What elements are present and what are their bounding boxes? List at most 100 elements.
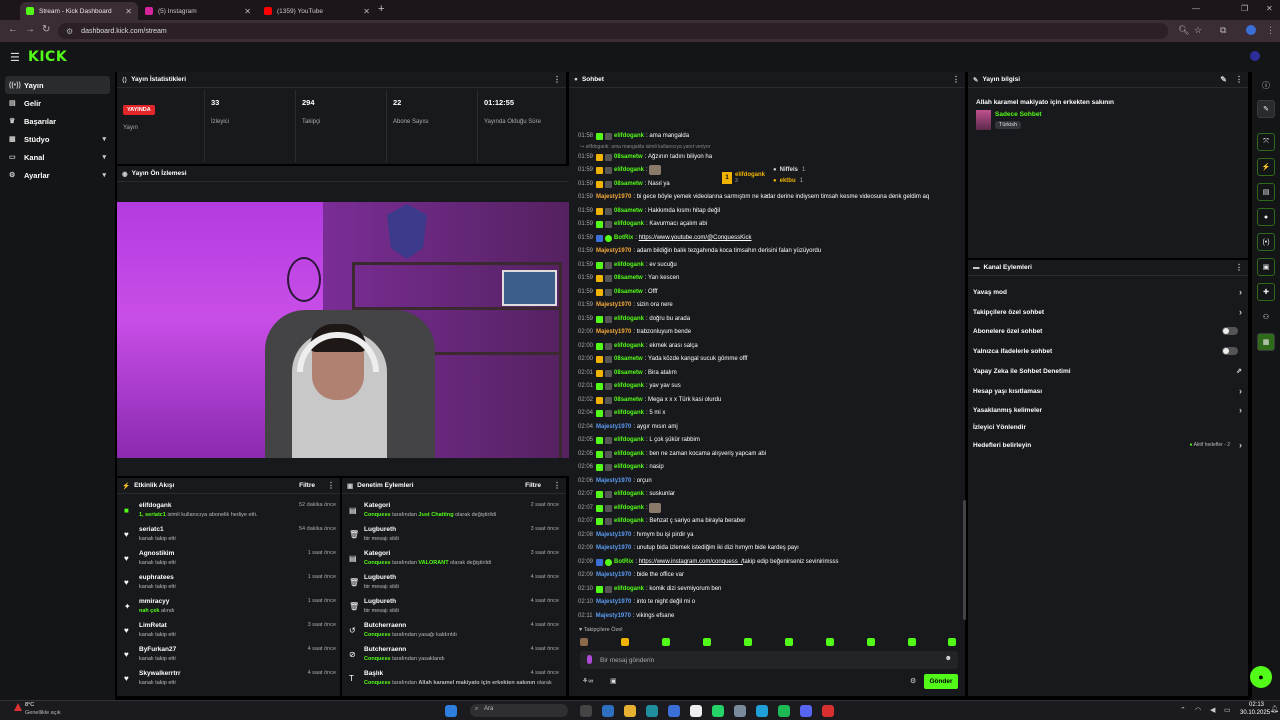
sidebar-item-studyo[interactable]: ▦ Stüdyo ▾ — [5, 130, 110, 148]
send-button[interactable]: Gönder — [924, 674, 958, 689]
emoji-picker-icon[interactable]: ☻ — [945, 655, 952, 662]
message-user[interactable]: elifdogank — [614, 451, 644, 457]
kick-logo[interactable]: KICK — [28, 49, 67, 65]
hamburger-menu-icon[interactable]: ☰ — [10, 51, 20, 64]
message-link[interactable]: https://www.instagram.com/conquess_/ — [639, 559, 743, 565]
zoom-icon[interactable]: 🔍︎ — [1178, 25, 1189, 36]
filter-button[interactable]: Filtre — [525, 482, 541, 489]
filter-button[interactable]: Filtre — [299, 482, 315, 489]
stream-video[interactable] — [117, 202, 573, 458]
emote-icon[interactable] — [621, 638, 629, 646]
activity-user[interactable]: elifdogank — [139, 502, 172, 509]
message-user[interactable]: Majesty1970 — [596, 248, 631, 254]
battery-icon[interactable]: ▭ — [1224, 706, 1231, 714]
chat-scrollbar[interactable] — [963, 500, 966, 620]
site-info-icon[interactable]: ⚙ — [66, 27, 73, 36]
emote-icon[interactable] — [867, 638, 875, 646]
spotify-icon[interactable] — [778, 705, 790, 717]
forward-icon[interactable]: → — [25, 24, 35, 35]
action-subscribers-only[interactable]: Abonelere özel sohbet — [970, 321, 1248, 341]
message-user[interactable]: elifdogank — [614, 505, 644, 511]
edit-layout-icon[interactable]: ✎ — [1257, 100, 1275, 118]
wifi-icon[interactable]: ◠ — [1195, 706, 1201, 714]
toggle-switch[interactable] — [1222, 327, 1238, 335]
message-user[interactable]: BotRix — [614, 559, 633, 565]
sidebar-item-gelir[interactable]: ▤ Gelir — [5, 94, 110, 112]
message-user[interactable]: elifdogank — [614, 586, 644, 592]
message-user[interactable]: Majesty1970 — [596, 599, 631, 605]
chat-settings-icon[interactable]: ⚙ — [910, 677, 916, 685]
store-icon[interactable]: ▣ — [610, 677, 617, 685]
profile-avatar[interactable] — [1246, 25, 1256, 35]
more-options-icon[interactable]: ⋮ — [1235, 263, 1243, 272]
message-user[interactable]: Majesty1970 — [596, 329, 631, 335]
windows-start-icon[interactable] — [445, 705, 457, 717]
emote-icon[interactable] — [948, 638, 956, 646]
more-options-icon[interactable]: ⋮ — [1235, 75, 1243, 84]
message-user[interactable]: 08sametw — [614, 275, 643, 281]
moderation-user[interactable]: Butcherraenn — [364, 646, 406, 653]
message-user[interactable]: 08sametw — [614, 370, 643, 376]
notifications-icon[interactable]: 🔔︎ — [1270, 705, 1279, 713]
moderation-user[interactable]: Lugbureth — [364, 526, 396, 533]
message-user[interactable]: elifdogank — [614, 167, 644, 173]
message-user[interactable]: elifdogank — [614, 343, 644, 349]
message-user[interactable]: 08sametw — [614, 289, 643, 295]
message-user[interactable]: elifdogank — [614, 262, 644, 268]
back-icon[interactable]: ← — [8, 24, 18, 35]
emote-icon[interactable] — [703, 638, 711, 646]
browser-tab-youtube[interactable]: (1359) YouTube ✕ — [258, 2, 376, 20]
action-account-age[interactable]: Hesap yaşı kısıtlaması › — [970, 381, 1248, 401]
close-tab-icon[interactable]: ✕ — [125, 7, 132, 16]
activity-user[interactable]: euphratees — [139, 574, 174, 581]
help-chat-icon[interactable]: ● — [1250, 666, 1272, 688]
action-host-raid[interactable]: İzleyici Yönlendir — [970, 417, 1248, 437]
copilot-icon[interactable] — [602, 705, 614, 717]
clock-date[interactable]: 30.10.2025 — [1240, 710, 1270, 716]
message-user[interactable]: Majesty1970 — [596, 613, 631, 619]
sidebar-item-basarilar[interactable]: ♛ Başarılar — [5, 112, 110, 130]
people-icon[interactable]: ⚇ — [1257, 308, 1275, 326]
message-user[interactable]: 08sametw — [614, 208, 643, 214]
stream-category[interactable]: Sadece Sohbet — [995, 111, 1042, 118]
chat-bubble-icon[interactable]: ● — [1257, 208, 1275, 226]
clock-time[interactable]: 02:13 — [1249, 702, 1264, 708]
more-options-icon[interactable]: ⋮ — [327, 481, 335, 490]
message-user[interactable]: Majesty1970 — [596, 424, 631, 430]
moderation-user[interactable]: Butcherraenn — [364, 622, 406, 629]
settings-app-icon[interactable] — [734, 705, 746, 717]
sidebar-item-yayin[interactable]: ((•)) Yayın — [5, 76, 110, 94]
message-user[interactable]: BotRix — [614, 235, 633, 241]
message-user[interactable]: 08sametw — [614, 154, 643, 160]
pencil-icon[interactable]: ✎ — [1220, 75, 1227, 84]
message-user[interactable]: Majesty1970 — [596, 572, 631, 578]
message-user[interactable]: Majesty1970 — [596, 545, 631, 551]
broadcast-icon[interactable]: (•) — [1257, 233, 1275, 251]
bookmark-star-icon[interactable]: ☆ — [1194, 25, 1202, 36]
lightning-icon[interactable]: ⚡ — [1257, 158, 1275, 176]
action-followers-only[interactable]: Takipçilere özel sohbet › — [970, 302, 1248, 322]
extensions-icon[interactable]: ⧉ — [1220, 25, 1226, 36]
toggle-switch[interactable] — [1222, 347, 1238, 355]
message-user[interactable]: elifdogank — [614, 316, 644, 322]
wrench-icon[interactable]: ✚ — [1257, 283, 1275, 301]
close-tab-icon[interactable]: ✕ — [244, 7, 251, 16]
message-user[interactable]: elifdogank — [614, 437, 644, 443]
activity-user[interactable]: mmiracyy — [139, 598, 169, 605]
chat-message-input[interactable]: Bir mesaj gönderin ☻ — [580, 651, 958, 669]
volume-icon[interactable]: ◀ — [1210, 706, 1215, 714]
sidebar-item-ayarlar[interactable]: ⚙ Ayarlar ▾ — [5, 166, 110, 184]
message-user[interactable]: elifdogank — [614, 133, 644, 139]
tray-chevron-icon[interactable]: ⌃ — [1180, 706, 1186, 714]
moderation-user[interactable]: Lugbureth — [364, 574, 396, 581]
chrome-icon[interactable] — [756, 705, 768, 717]
message-user[interactable]: Majesty1970 — [596, 194, 631, 200]
close-tab-icon[interactable]: ✕ — [363, 7, 370, 16]
green-square-icon[interactable]: ▦ — [1257, 333, 1275, 351]
message-user[interactable]: Majesty1970 — [596, 302, 631, 308]
more-options-icon[interactable]: ⋮ — [553, 75, 561, 84]
message-user[interactable]: Majesty1970 — [596, 532, 631, 538]
sidebar-item-kanal[interactable]: ▭ Kanal ▾ — [5, 148, 110, 166]
emote-icon[interactable] — [908, 638, 916, 646]
message-link[interactable]: https://www.youtube.com/@ConquessKick — [639, 235, 752, 241]
